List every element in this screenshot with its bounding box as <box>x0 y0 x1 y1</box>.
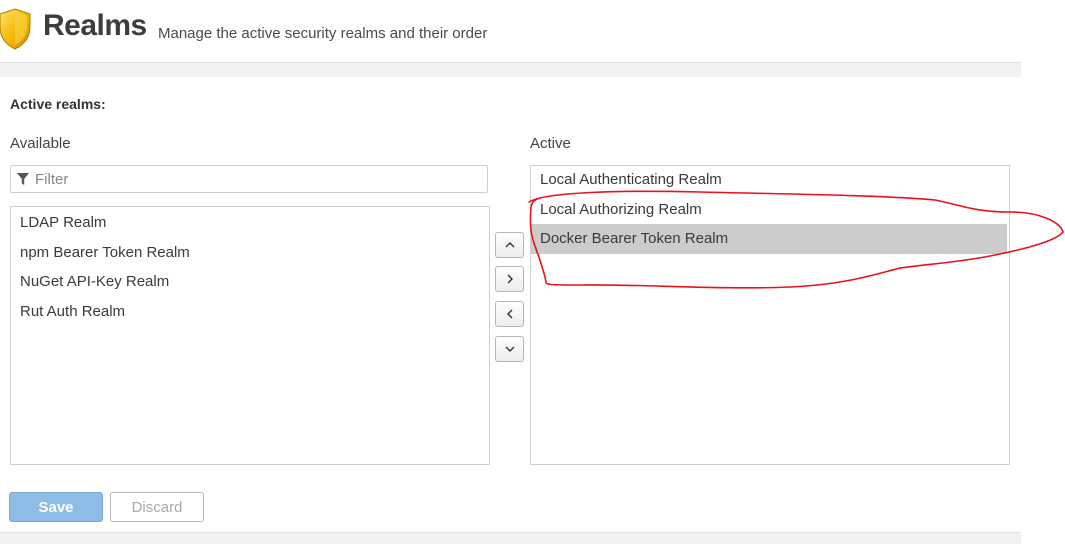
active-realm-item[interactable]: Local Authorizing Realm <box>531 195 1009 225</box>
filter-icon <box>17 173 29 185</box>
available-realms-list[interactable]: LDAP Realm npm Bearer Token Realm NuGet … <box>10 206 490 465</box>
discard-button[interactable]: Discard <box>110 492 204 522</box>
available-label: Available <box>10 135 71 152</box>
page-subtitle: Manage the active security realms and th… <box>158 25 488 42</box>
chevron-down-icon <box>505 346 514 352</box>
chevron-left-icon <box>506 309 512 319</box>
available-realm-item[interactable]: NuGet API-Key Realm <box>11 267 489 297</box>
move-down-button[interactable] <box>495 336 524 362</box>
move-up-button[interactable] <box>495 232 524 258</box>
footer-divider <box>0 532 1021 544</box>
page-header: Realms Manage the active security realms… <box>0 0 1021 62</box>
header-divider <box>0 62 1021 77</box>
shield-icon <box>0 8 31 50</box>
active-label: Active <box>530 135 571 152</box>
move-right-button[interactable] <box>495 266 524 292</box>
active-realms-list[interactable]: Local Authenticating Realm Local Authori… <box>530 165 1010 465</box>
page-title: Realms <box>43 9 147 42</box>
active-realm-item[interactable]: Local Authenticating Realm <box>531 165 1009 195</box>
active-realm-item-selected[interactable]: Docker Bearer Token Realm <box>531 224 1007 254</box>
available-realm-item[interactable]: Rut Auth Realm <box>11 297 489 327</box>
filter-input[interactable] <box>33 166 477 192</box>
save-button[interactable]: Save <box>9 492 103 522</box>
chevron-right-icon <box>507 274 513 284</box>
chevron-up-icon <box>505 242 514 248</box>
available-realm-item[interactable]: LDAP Realm <box>11 208 489 238</box>
available-realm-item[interactable]: npm Bearer Token Realm <box>11 238 489 268</box>
move-left-button[interactable] <box>495 301 524 327</box>
filter-box[interactable] <box>10 165 488 193</box>
section-label: Active realms: <box>10 96 106 112</box>
